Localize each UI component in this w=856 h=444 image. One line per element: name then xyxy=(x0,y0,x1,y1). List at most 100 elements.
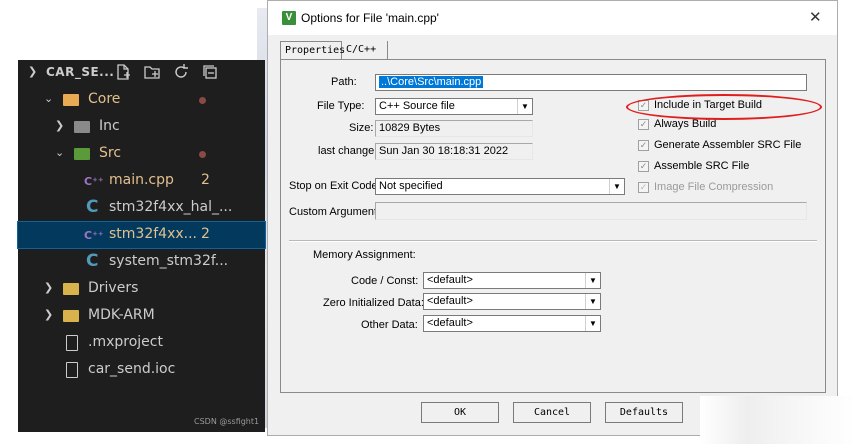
zero-init-label: Zero Initialized Data: xyxy=(323,297,424,309)
folder-open-icon xyxy=(74,148,90,160)
chevron-down-icon[interactable]: ⌄ xyxy=(55,146,64,159)
tree-item-label: Inc xyxy=(99,118,120,134)
keil-app-icon: V xyxy=(282,11,296,25)
size-field: 10829 Bytes xyxy=(375,120,533,137)
size-label: Size: xyxy=(349,122,374,134)
watermark: CSDN @ssfight1 xyxy=(194,417,260,426)
options-dialog: V Options for File 'main.cpp' ✕ Properti… xyxy=(267,0,838,436)
tree-item-system-stm32f[interactable]: C system_stm32f... xyxy=(18,249,265,275)
always-build-label: Always Build xyxy=(654,118,717,130)
tab-properties[interactable]: Properties xyxy=(280,41,345,60)
defaults-button[interactable]: Defaults xyxy=(605,402,683,423)
tree-item-core[interactable]: ⌄ Core xyxy=(18,87,265,113)
folder-icon xyxy=(63,283,79,295)
dropdown-arrow-icon[interactable]: ▼ xyxy=(609,179,624,194)
tab-c-cpp[interactable]: C/C++ xyxy=(342,41,388,60)
path-label: Path: xyxy=(331,76,357,88)
assemble-src-label: Assemble SRC File xyxy=(654,160,750,172)
always-build-checkbox[interactable]: ✓ xyxy=(638,119,649,130)
tree-item-label: MDK-ARM xyxy=(88,307,155,323)
explorer-title: CAR_SE... xyxy=(46,65,115,79)
cpp-file-icon: C⁺⁺ xyxy=(84,229,104,242)
tree-item-stm32f4xx-hal[interactable]: C stm32f4xx_hal_... xyxy=(18,195,265,221)
code-const-value: <default> xyxy=(427,274,473,286)
other-data-select[interactable]: <default> ▼ xyxy=(423,315,601,332)
tree-item-label: Core xyxy=(88,91,121,107)
tree-item-mxproject[interactable]: .mxproject xyxy=(18,330,265,356)
tree-item-label: .mxproject xyxy=(88,334,163,350)
stop-on-exit-select[interactable]: Not specified ▼ xyxy=(375,178,625,195)
cancel-button[interactable]: Cancel xyxy=(513,402,591,423)
tree-item-label: Src xyxy=(99,145,122,161)
folder-icon xyxy=(74,121,90,133)
custom-args-label: Custom Arguments: xyxy=(289,206,386,218)
file-type-select[interactable]: C++ Source file ▼ xyxy=(375,98,533,115)
memory-assignment-label: Memory Assignment: xyxy=(313,249,416,261)
folder-open-icon xyxy=(63,94,79,106)
chevron-right-icon[interactable]: ❯ xyxy=(44,281,53,294)
tree-item-car-send-ioc[interactable]: car_send.ioc xyxy=(18,357,265,383)
ok-button[interactable]: OK xyxy=(421,402,499,423)
tree-item-src[interactable]: ⌄ Src xyxy=(18,141,265,167)
cpp-file-icon: C⁺⁺ xyxy=(84,175,104,188)
tree-item-stm32f4xx-it[interactable]: C⁺⁺ stm32f4xx... 2 xyxy=(17,221,266,249)
last-change-field: Sun Jan 30 18:18:31 2022 xyxy=(375,143,533,160)
problem-count-badge: 2 xyxy=(201,226,210,242)
zero-init-value: <default> xyxy=(427,295,473,307)
other-data-value: <default> xyxy=(427,317,473,329)
generate-asm-checkbox[interactable]: ✓ xyxy=(638,140,649,151)
dropdown-arrow-icon[interactable]: ▼ xyxy=(585,294,600,309)
problem-count-badge: 2 xyxy=(201,172,210,188)
explorer-panel: ❯ CAR_SE... ⌄ Core ❯ Inc ⌄ Src C⁺⁺ main.… xyxy=(17,60,266,432)
tree-item-main-cpp[interactable]: C⁺⁺ main.cpp 2 xyxy=(18,168,265,194)
path-field[interactable]: ..\Core\Src\main.cpp xyxy=(375,74,807,91)
chevron-right-icon[interactable]: ❯ xyxy=(44,308,53,321)
stop-on-exit-value: Not specified xyxy=(379,180,443,192)
code-const-label: Code / Const: xyxy=(351,275,419,287)
collapse-all-icon[interactable] xyxy=(201,63,219,81)
explorer-header[interactable]: ❯ CAR_SE... xyxy=(18,60,265,86)
tree-item-label: car_send.ioc xyxy=(88,361,176,377)
other-data-label: Other Data: xyxy=(361,319,418,331)
blurred-region xyxy=(700,396,856,444)
chevron-right-icon[interactable]: ❯ xyxy=(55,119,64,132)
custom-args-field[interactable] xyxy=(375,202,807,220)
dialog-title: Options for File 'main.cpp' xyxy=(301,11,439,25)
code-const-select[interactable]: <default> ▼ xyxy=(423,272,601,289)
dialog-titlebar[interactable]: V Options for File 'main.cpp' ✕ xyxy=(268,1,837,35)
generate-asm-label: Generate Assembler SRC File xyxy=(654,139,802,151)
close-icon[interactable]: ✕ xyxy=(809,8,822,26)
chevron-down-icon[interactable]: ⌄ xyxy=(44,92,53,105)
tree-item-label: stm32f4xx... xyxy=(109,226,197,242)
dropdown-arrow-icon[interactable]: ▼ xyxy=(585,273,600,288)
last-change-label: last change: xyxy=(318,145,378,157)
new-folder-icon[interactable] xyxy=(143,63,161,81)
dropdown-arrow-icon[interactable]: ▼ xyxy=(585,316,600,331)
c-file-icon: C xyxy=(86,251,99,271)
file-type-value: C++ Source file xyxy=(379,100,455,112)
tree-item-label: Drivers xyxy=(88,280,139,296)
tree-item-mdk-arm[interactable]: ❯ MDK-ARM xyxy=(18,303,265,329)
chevron-down-icon[interactable]: ❯ xyxy=(28,65,37,78)
refresh-icon[interactable] xyxy=(172,63,190,81)
assemble-src-checkbox[interactable]: ✓ xyxy=(638,161,649,172)
tree-item-label: stm32f4xx_hal_... xyxy=(109,199,233,215)
stop-on-exit-label: Stop on Exit Code: xyxy=(289,180,381,192)
include-in-build-checkbox[interactable]: ✓ xyxy=(638,100,649,111)
separator xyxy=(289,240,817,242)
tree-item-label: main.cpp xyxy=(109,172,174,188)
zero-init-select[interactable]: <default> ▼ xyxy=(423,293,601,310)
properties-panel: Path: ..\Core\Src\main.cpp File Type: C+… xyxy=(280,59,826,393)
file-icon xyxy=(66,335,78,351)
new-file-icon[interactable] xyxy=(114,63,132,81)
modified-dot xyxy=(199,151,206,158)
c-file-icon: C xyxy=(86,197,99,217)
modified-dot xyxy=(199,97,206,104)
image-compression-label: Image File Compression xyxy=(654,181,774,193)
path-value: ..\Core\Src\main.cpp xyxy=(379,76,484,88)
dropdown-arrow-icon[interactable]: ▼ xyxy=(517,99,532,114)
include-in-build-label: Include in Target Build xyxy=(654,99,763,111)
tree-item-inc[interactable]: ❯ Inc xyxy=(18,114,265,140)
tree-item-drivers[interactable]: ❯ Drivers xyxy=(18,276,265,302)
file-icon xyxy=(66,362,78,378)
